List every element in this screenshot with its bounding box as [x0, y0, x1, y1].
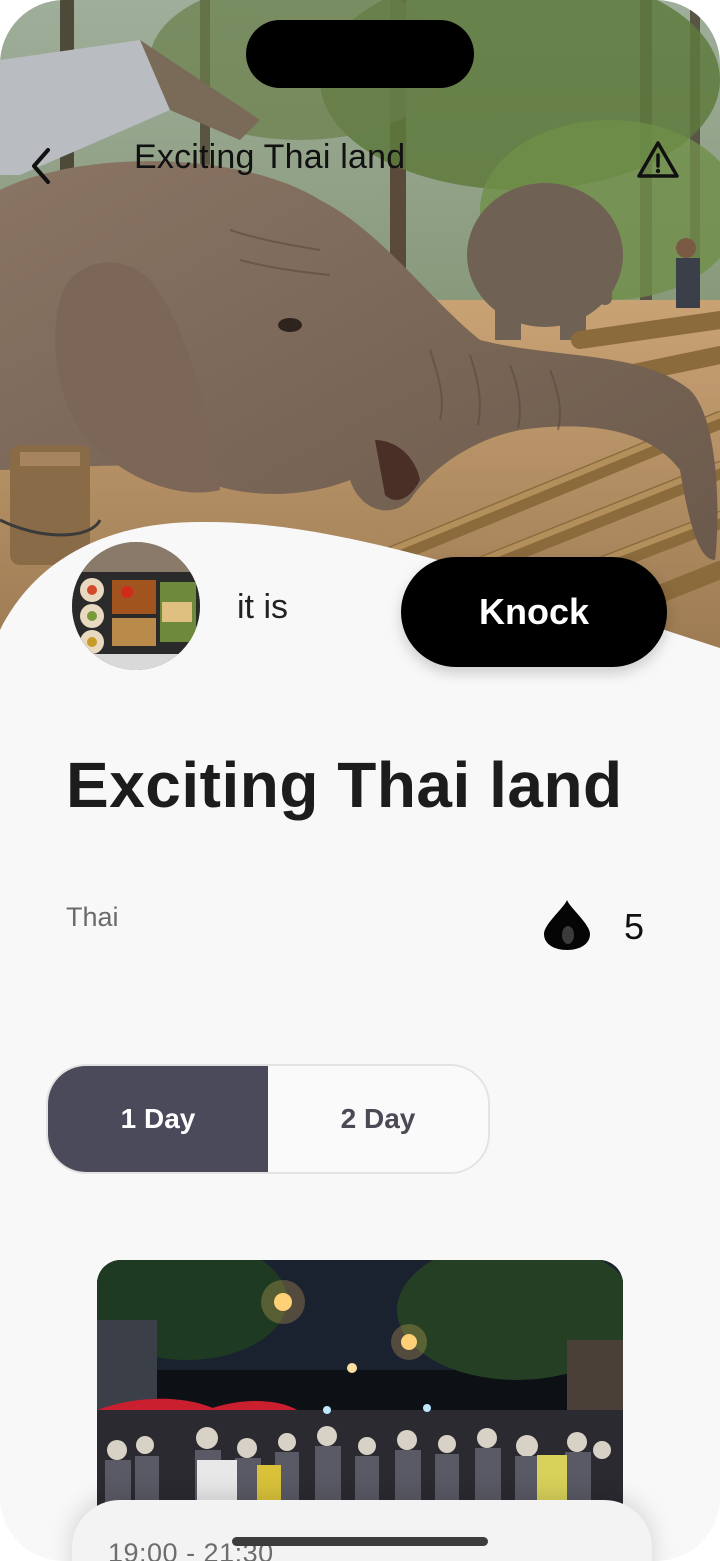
food-bento-image: [72, 542, 200, 670]
phone-screen: Exciting Thai land it is Knock Exciting …: [0, 0, 720, 1561]
chevron-left-icon: [32, 148, 50, 184]
back-button[interactable]: [20, 136, 64, 184]
tab-1-day[interactable]: 1 Day: [48, 1066, 268, 1172]
tab-2-day[interactable]: 2 Day: [268, 1066, 488, 1172]
category-label: Thai: [66, 902, 119, 932]
post-title: Exciting Thai land: [66, 749, 623, 821]
drop-icon[interactable]: [540, 898, 594, 952]
warning-triangle-icon: [637, 141, 679, 178]
author-name: it is: [237, 588, 288, 626]
author-avatar[interactable]: [72, 542, 200, 670]
top-bar-title: Exciting Thai land: [134, 138, 406, 176]
knock-button[interactable]: Knock: [401, 557, 667, 667]
home-indicator[interactable]: [232, 1537, 488, 1546]
top-bar: Exciting Thai land: [0, 128, 720, 192]
day-tabs: 1 Day 2 Day: [46, 1064, 490, 1174]
report-button[interactable]: [636, 138, 680, 182]
drop-count: 5: [624, 906, 645, 947]
camera-notch: [246, 20, 474, 88]
